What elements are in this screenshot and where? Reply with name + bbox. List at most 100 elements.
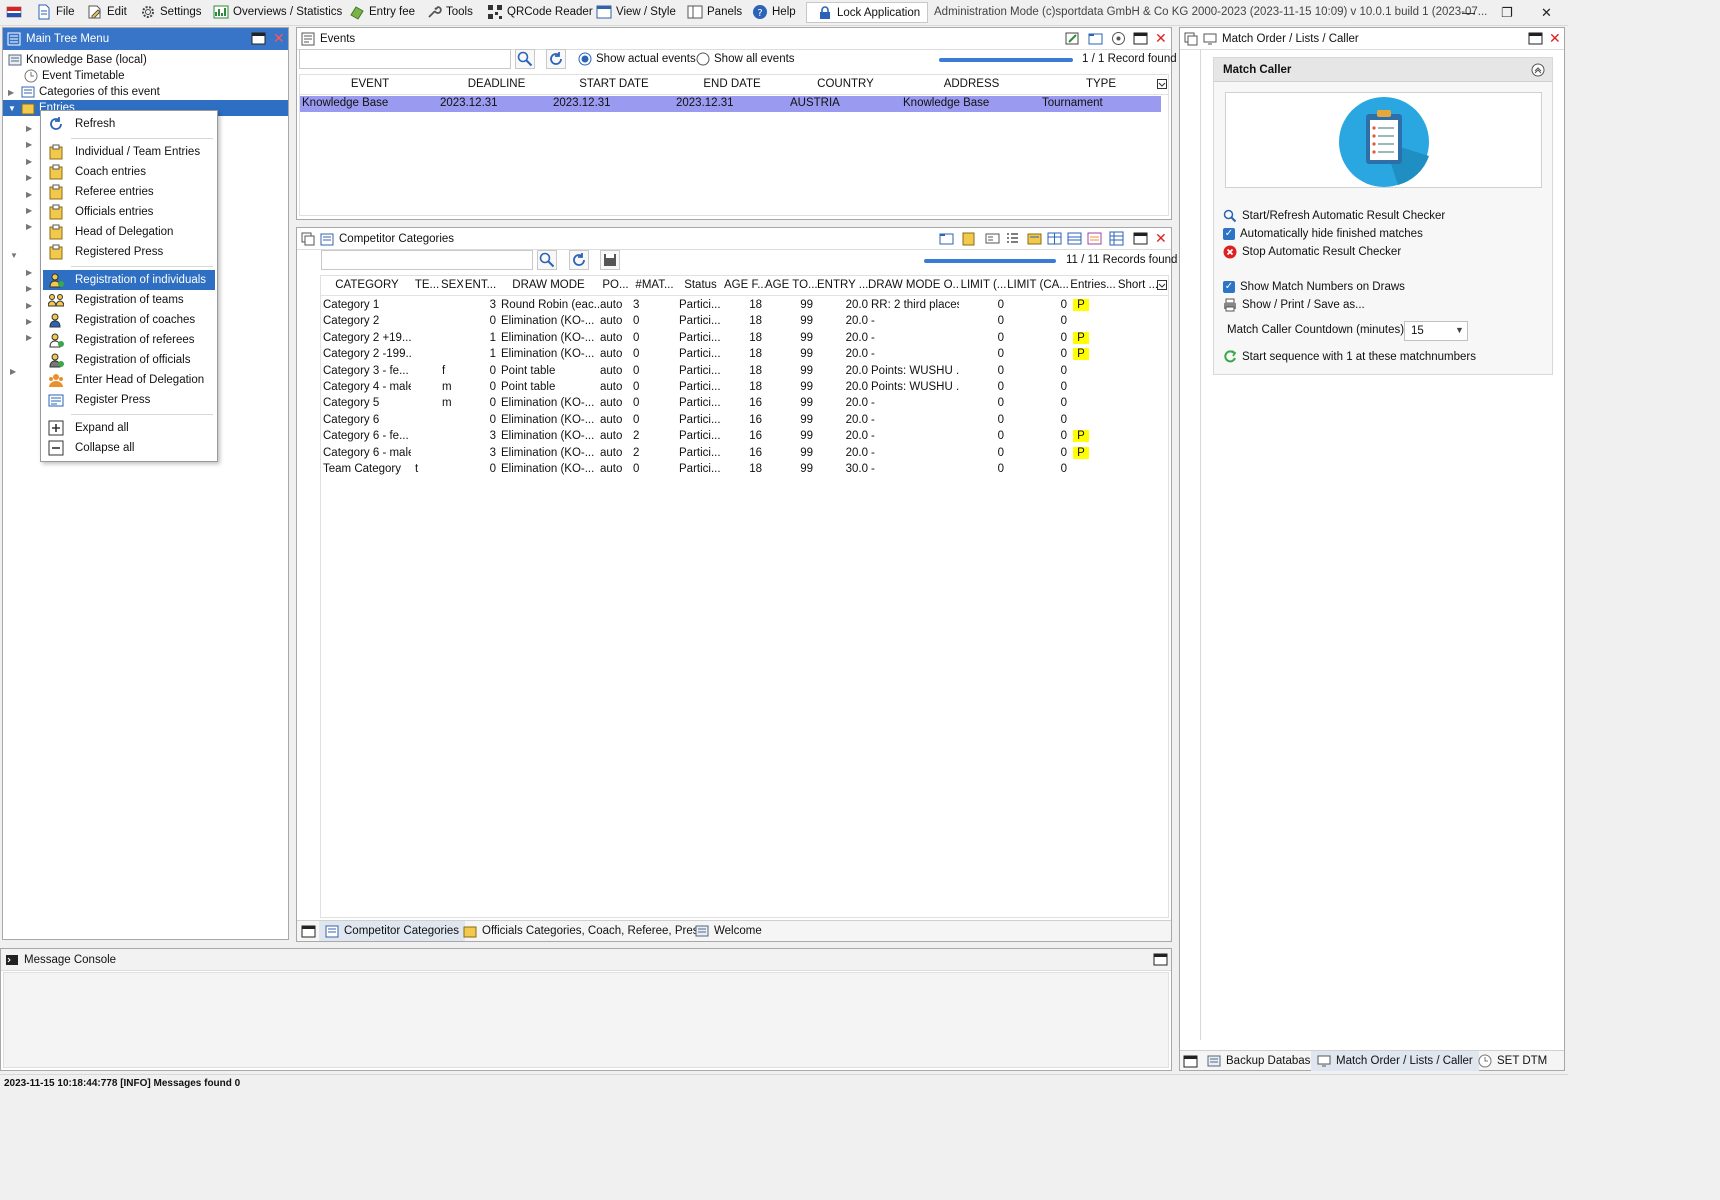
collapse-arrow-icon[interactable]: ▼: [8, 104, 17, 113]
menu-settings[interactable]: Settings: [140, 0, 202, 24]
events-refresh-button[interactable]: [546, 49, 566, 69]
menu-item-registration-of-coaches[interactable]: Registration of coaches: [43, 310, 215, 330]
menu-item-officials-entries[interactable]: Officials entries: [43, 202, 215, 222]
print-preview-icon[interactable]: [1087, 231, 1102, 246]
column-header[interactable]: START DATE: [553, 78, 675, 90]
column-header[interactable]: ADDRESS: [902, 78, 1041, 90]
table-row[interactable]: Category 6 - male 3 Elimination (KO-... aut…: [321, 446, 1161, 462]
tree-item-event-timetable[interactable]: Event Timetable: [24, 68, 124, 84]
menu-item-individual-team-entries[interactable]: Individual / Team Entries: [43, 142, 215, 162]
categories-search-input[interactable]: [321, 250, 533, 270]
close-panel-icon[interactable]: ✕: [1155, 230, 1167, 246]
expand-arrow-icon[interactable]: ▶: [26, 329, 35, 345]
column-header[interactable]: LIMIT (CA...: [1007, 279, 1069, 291]
column-header[interactable]: #MAT...: [632, 279, 677, 291]
menu-item-collapse-all[interactable]: Collapse all: [43, 438, 215, 458]
tree-item-knowledge-base[interactable]: Knowledge Base (local): [8, 52, 147, 68]
column-header[interactable]: DRAW MODE O...: [868, 279, 960, 291]
expand-arrow-icon[interactable]: ▶: [26, 313, 35, 329]
menu-item-registration-of-individuals[interactable]: Registration of individuals: [43, 270, 215, 290]
categories-search-button[interactable]: [537, 250, 557, 270]
maximize-panel-icon[interactable]: [1528, 31, 1543, 46]
stop-result-checker[interactable]: Stop Automatic Result Checker: [1223, 244, 1401, 260]
expand-arrow-icon[interactable]: ▶: [26, 169, 35, 185]
column-chooser-icon[interactable]: [1157, 79, 1167, 89]
tab-backup-database[interactable]: Backup Database: [1201, 1051, 1323, 1071]
expand-arrow-icon[interactable]: ▶: [26, 280, 35, 296]
console-output[interactable]: [3, 972, 1169, 1068]
column-header[interactable]: DRAW MODE: [498, 279, 599, 291]
tree-item-categories[interactable]: ▶ Categories of this event: [8, 84, 160, 100]
auto-hide-finished-checkbox[interactable]: ✓ Automatically hide finished matches: [1223, 226, 1423, 242]
expand-arrow-icon[interactable]: ▶: [8, 88, 17, 97]
grid-icon[interactable]: [1109, 231, 1124, 246]
history-icon[interactable]: [1111, 31, 1126, 46]
table-row[interactable]: Category 4 - male m 0 Point table auto 0 Parti…: [321, 380, 1161, 396]
expand-arrow-icon[interactable]: ▶: [26, 297, 35, 313]
column-header[interactable]: COUNTRY: [789, 78, 902, 90]
show-match-numbers-checkbox[interactable]: ✓ Show Match Numbers on Draws: [1223, 279, 1405, 295]
column-header[interactable]: TYPE: [1041, 78, 1161, 90]
events-search-input[interactable]: [299, 49, 511, 69]
expand-arrow-icon[interactable]: ▶: [26, 153, 35, 169]
maximize-panel-icon[interactable]: [1153, 952, 1168, 967]
menu-item-enter-head-of-delegation[interactable]: Enter Head of Delegation: [43, 370, 215, 390]
expand-arrow-icon[interactable]: ▶: [26, 120, 35, 136]
menu-panels[interactable]: Panels: [687, 0, 742, 24]
expand-arrow-icon[interactable]: ▶: [26, 218, 35, 234]
maximize-panel-icon[interactable]: [1183, 1054, 1198, 1069]
menu-item-registration-of-teams[interactable]: Registration of teams: [43, 290, 215, 310]
close-panel-icon[interactable]: ✕: [1549, 30, 1561, 46]
id-card-icon[interactable]: [985, 231, 1000, 246]
close-window-button[interactable]: ✕: [1541, 5, 1552, 21]
collapse-section-icon[interactable]: [1531, 63, 1545, 77]
column-header[interactable]: ENTRY ...: [817, 279, 868, 291]
countdown-select[interactable]: 15 ▼: [1404, 321, 1468, 341]
edit-event-icon[interactable]: [1065, 31, 1080, 46]
restore-window-button[interactable]: ❐: [1501, 5, 1513, 21]
table-row[interactable]: Team Category t 0 Elimination (KO-... auto 0 P…: [321, 462, 1161, 478]
column-header[interactable]: TE...: [413, 279, 441, 291]
documents-icon[interactable]: [1027, 231, 1042, 246]
menu-item-head-of-delegation[interactable]: Head of Delegation: [43, 222, 215, 242]
maximize-panel-icon[interactable]: [251, 31, 266, 46]
menu-qrcode[interactable]: QRCode Reader: [487, 0, 593, 24]
categories-refresh-button[interactable]: [569, 250, 589, 270]
table-row[interactable]: Knowledge Base 2023.12.31 2023.12.31 202…: [300, 96, 1161, 113]
list-icon[interactable]: [1005, 231, 1020, 246]
column-header[interactable]: AGE TO...: [765, 279, 817, 291]
radio-show-actual-events[interactable]: Show actual events: [578, 52, 696, 66]
column-header[interactable]: Entries...: [1069, 279, 1117, 291]
menu-item-register-press[interactable]: Register Press: [43, 390, 215, 410]
menu-item-registration-of-officials[interactable]: Registration of officials: [43, 350, 215, 370]
menu-overviews[interactable]: Overviews / Statistics: [213, 0, 342, 24]
expand-arrow-icon[interactable]: ▶: [10, 363, 19, 379]
maximize-panel-icon[interactable]: [1133, 231, 1148, 246]
close-panel-icon[interactable]: ✕: [273, 30, 285, 46]
column-header[interactable]: AGE F...: [724, 279, 765, 291]
menu-item-coach-entries[interactable]: Coach entries: [43, 162, 215, 182]
minimize-window-button[interactable]: —: [1462, 5, 1475, 20]
table-row[interactable]: Category 5 m 0 Elimination (KO-... auto 0 Part…: [321, 396, 1161, 412]
maximize-panel-icon[interactable]: [301, 924, 316, 939]
menu-item-expand-all[interactable]: Expand all: [43, 418, 215, 438]
menu-edit[interactable]: Edit: [87, 0, 127, 24]
menu-item-registered-press[interactable]: Registered Press: [43, 242, 215, 262]
columns-icon[interactable]: [1047, 231, 1062, 246]
categories-save-button[interactable]: [600, 250, 620, 270]
table-icon[interactable]: [1067, 231, 1082, 246]
table-row[interactable]: Category 2 0 Elimination (KO-... auto 0 Parti…: [321, 314, 1161, 330]
tab-match-order[interactable]: Match Order / Lists / Caller: [1311, 1051, 1479, 1071]
menu-file[interactable]: File: [36, 0, 75, 24]
radio-show-all-events[interactable]: Show all events: [696, 52, 795, 66]
tab-set-dtm[interactable]: SET DTM: [1472, 1051, 1553, 1071]
open-folder-icon[interactable]: [1088, 31, 1103, 46]
expand-arrow-icon[interactable]: ▶: [26, 186, 35, 202]
menu-help[interactable]: ? Help: [752, 0, 796, 24]
tab-officials-categories[interactable]: Officials Categories, Coach, Referee, Pr…: [457, 921, 710, 941]
column-header[interactable]: EVENT: [300, 78, 440, 90]
menu-item-refresh[interactable]: Refresh: [43, 114, 215, 134]
clipboard-icon[interactable]: [961, 231, 976, 246]
column-header[interactable]: PO...: [599, 279, 632, 291]
column-chooser-icon[interactable]: [1157, 280, 1167, 290]
